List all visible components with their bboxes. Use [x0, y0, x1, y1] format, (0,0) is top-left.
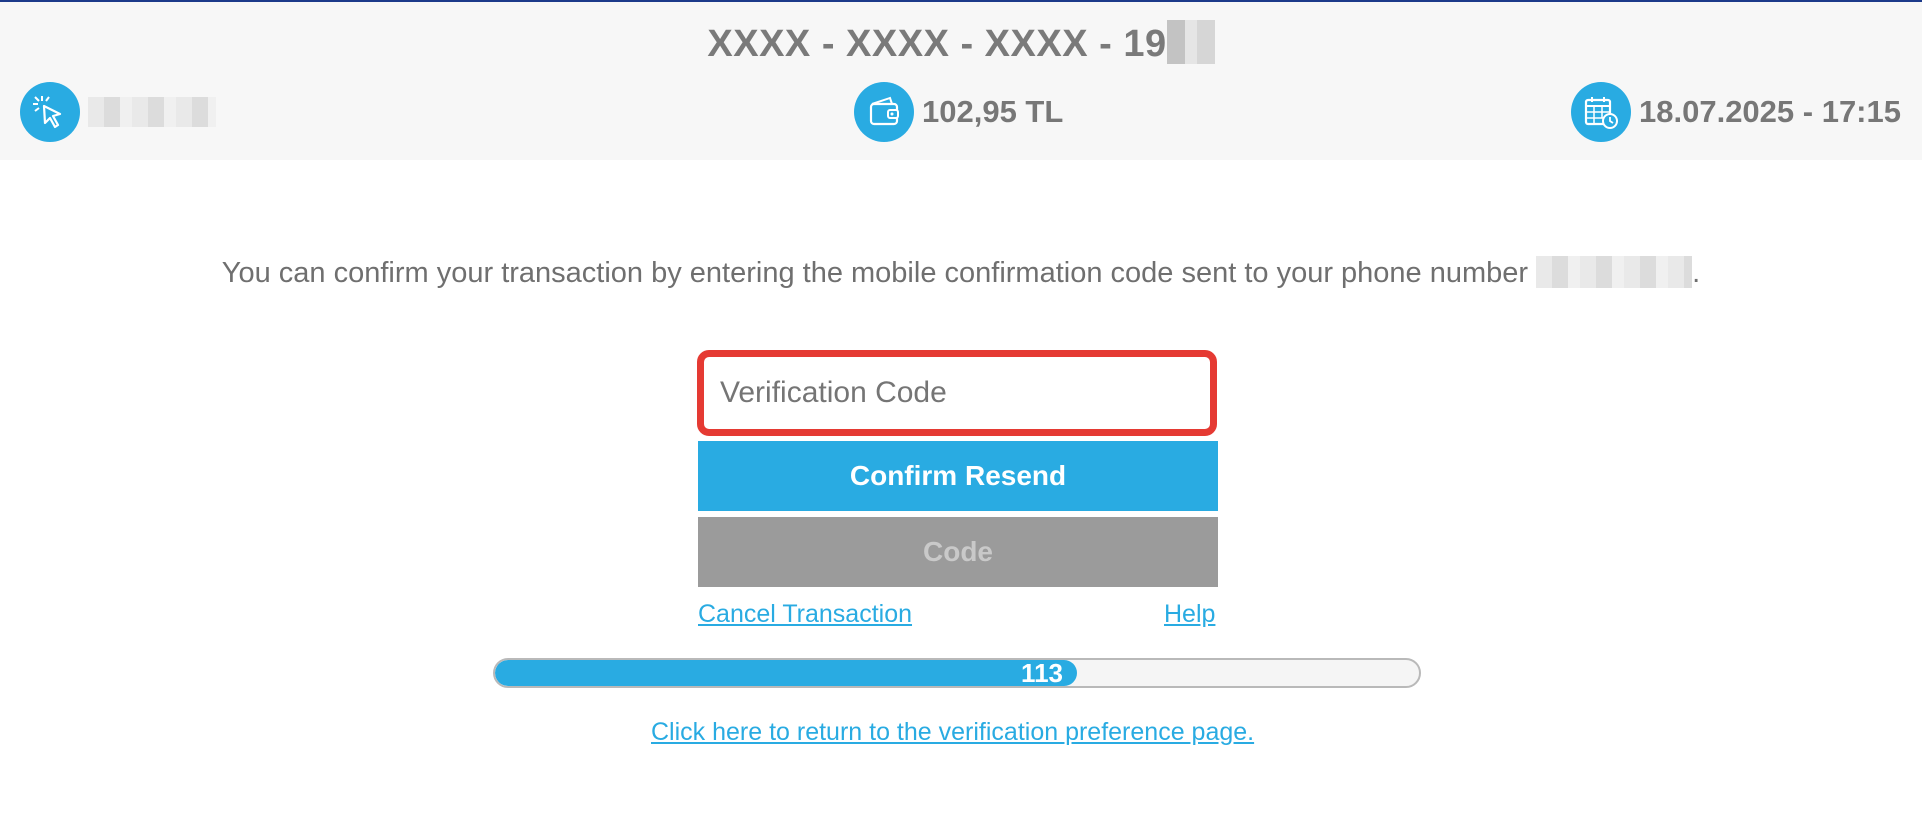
code-button[interactable]: Code	[698, 517, 1218, 587]
redacted-merchant-name	[88, 97, 216, 127]
transaction-amount: 102,95 TL	[922, 94, 1064, 129]
redacted-card-digits	[1166, 20, 1215, 64]
calendar-clock-icon	[1571, 82, 1631, 142]
amount-info: 102,95 TL	[854, 82, 1063, 142]
cancel-transaction-link[interactable]: Cancel Transaction	[698, 600, 912, 629]
help-link[interactable]: Help	[1164, 600, 1215, 629]
wallet-icon	[854, 82, 914, 142]
redacted-phone-number	[1536, 256, 1693, 288]
merchant-info	[20, 82, 216, 142]
transaction-header: XXXX - XXXX - XXXX - 19 102,95 TL 18.07.…	[0, 2, 1922, 160]
transaction-datetime: 18.07.2025 - 17:15	[1639, 94, 1901, 129]
confirm-resend-button[interactable]: Confirm Resend	[698, 441, 1218, 511]
confirmation-instructions: You can confirm your transaction by ente…	[221, 256, 1701, 289]
masked-card-number: XXXX - XXXX - XXXX - 19	[0, 20, 1922, 66]
verification-code-input[interactable]	[697, 350, 1217, 436]
return-to-verification-preference-link[interactable]: Click here to return to the verification…	[651, 718, 1254, 747]
countdown-seconds: 113	[1021, 658, 1063, 688]
countdown-progress-bar: 113	[493, 658, 1421, 688]
datetime-info: 18.07.2025 - 17:15	[1571, 82, 1901, 142]
click-cursor-icon	[20, 82, 80, 142]
